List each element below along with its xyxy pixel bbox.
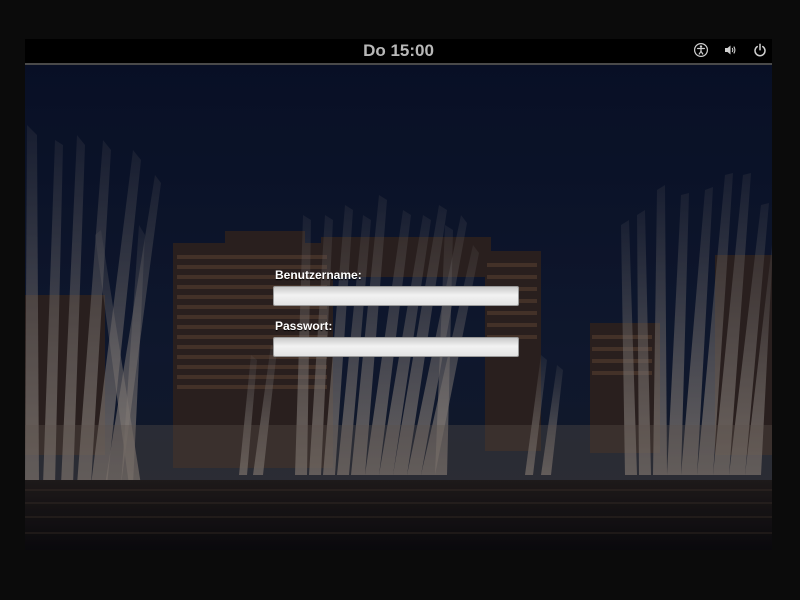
top-panel: Do 15:00 [25,39,772,65]
username-input[interactable] [273,286,519,306]
password-label: Passwort: [275,319,333,333]
password-input[interactable] [273,337,519,357]
volume-icon[interactable] [721,41,739,59]
accessibility-icon[interactable] [692,41,710,59]
login-screen: Do 15:00 Benutzername: Passwort: [25,39,772,550]
username-label: Benutzername: [275,268,362,282]
clock[interactable]: Do 15:00 [25,41,772,61]
power-icon[interactable] [751,41,769,59]
login-form: Benutzername: Passwort: [273,267,523,357]
